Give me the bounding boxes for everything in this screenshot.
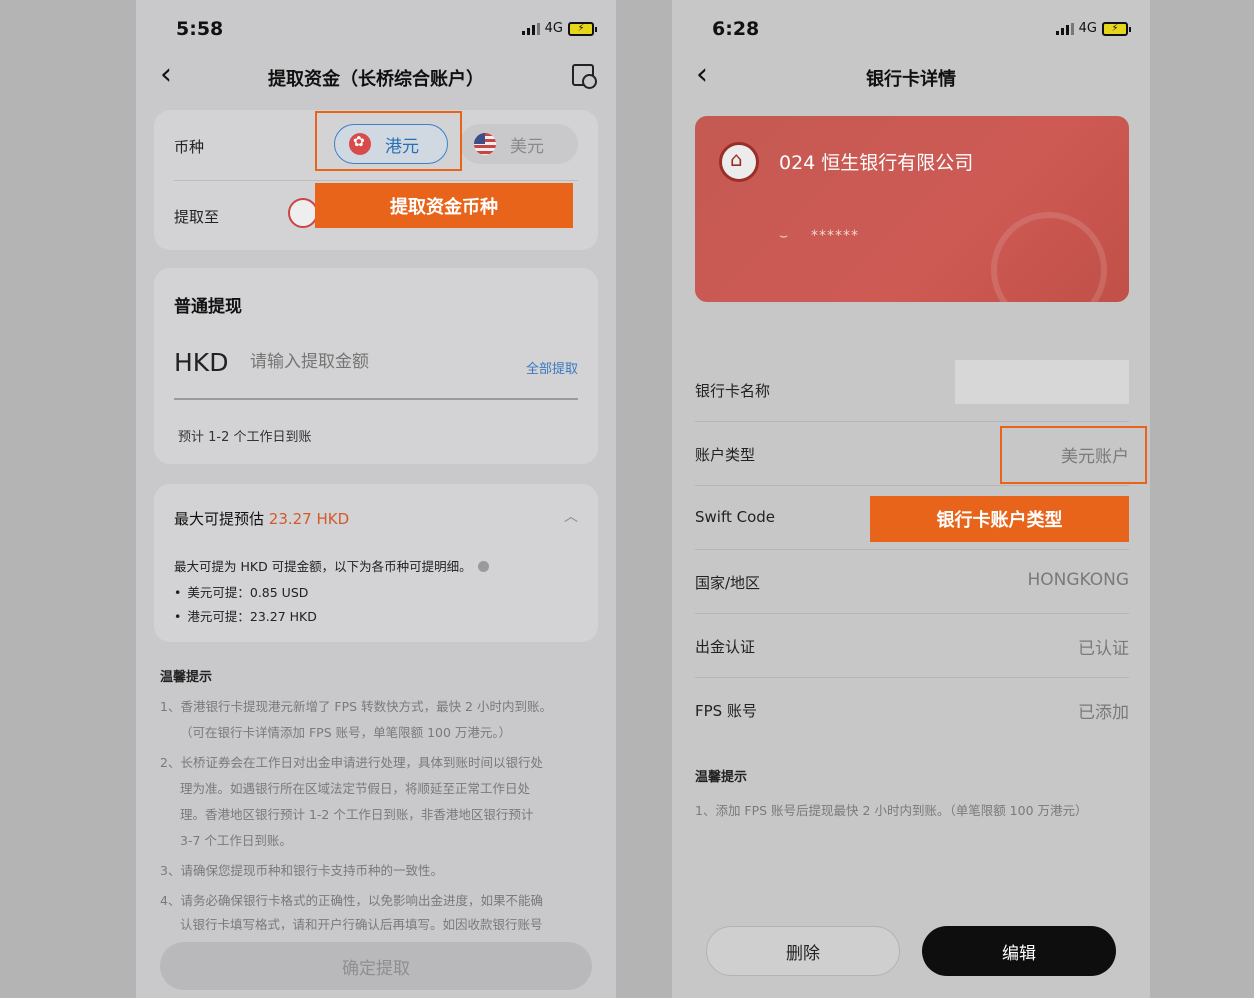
- card-name-redacted: [955, 360, 1129, 404]
- row-fps[interactable]: FPS 账号 已添加: [695, 678, 1129, 742]
- tip-line: 3、请确保您提现币种和银行卡支持币种的一致性。: [160, 863, 443, 878]
- tip-line: 4、请务必确保银行卡格式的正确性，以免影响出金进度，如果不能确: [160, 893, 543, 908]
- status-icons: 4G ⚡: [521, 21, 597, 36]
- tip-line: 理为准。如遇银行所在区域法定节假日，将顺延至正常工作日处: [180, 781, 531, 796]
- eye-closed-icon[interactable]: ⌣: [779, 228, 788, 244]
- row-country: 国家/地区 HONGKONG: [695, 550, 1129, 614]
- account-type-highlight-box: [1000, 426, 1147, 484]
- max-desc-text: 最大可提为 HKD 可提金额，以下为各币种可提明细。: [174, 559, 472, 574]
- max-withdraw-card[interactable]: 最大可提预估 23.27 HKD ︿ 最大可提为 HKD 可提金额，以下为各币种…: [154, 484, 598, 642]
- nav-bar: ‹ 提取资金（长桥综合账户）: [136, 58, 616, 94]
- certification-label: 出金认证: [695, 638, 756, 656]
- country-label: 国家/地区: [695, 574, 761, 592]
- section-title: 普通提现: [174, 297, 242, 317]
- hkd-available: 港元可提：23.27 HKD: [174, 606, 316, 625]
- bank-name: 024 恒生银行有限公司: [779, 152, 974, 174]
- card-name-label: 银行卡名称: [695, 382, 771, 400]
- withdraw-all-link[interactable]: 全部提取: [526, 358, 578, 377]
- currency-highlight-box: [315, 111, 462, 171]
- history-icon[interactable]: [572, 64, 597, 89]
- currency-annotation: 提取资金币种: [315, 183, 573, 228]
- country-value: HONGKONG: [1027, 570, 1129, 590]
- bank-logo-icon: [719, 142, 759, 182]
- usd-available: 美元可提：0.85 USD: [174, 582, 308, 601]
- status-bar: 6:28 4G ⚡: [672, 14, 1150, 44]
- amount-input[interactable]: [250, 352, 450, 372]
- nav-bar: ‹ 银行卡详情: [672, 58, 1150, 94]
- currency-usd-option[interactable]: 美元: [460, 124, 578, 164]
- tip-line: 1、添加 FPS 账号后提现最快 2 小时内到账。（单笔限额 100 万港元）: [695, 803, 1088, 818]
- fps-label: FPS 账号: [695, 702, 757, 720]
- status-time: 6:28: [712, 18, 760, 40]
- max-withdraw-value: 23.27 HKD: [268, 510, 350, 528]
- bank-card: 024 恒生银行有限公司 ⌣ ******: [695, 116, 1129, 302]
- fps-value: 已添加: [1078, 703, 1129, 723]
- confirm-withdraw-button[interactable]: 确定提取: [160, 942, 592, 990]
- tip-line: 2、长桥证券会在工作日对出金申请进行处理，具体到账时间以银行处: [160, 755, 543, 770]
- certification-value: 已认证: [1078, 639, 1129, 659]
- tip-line: 1、香港银行卡提现港元新增了 FPS 转数快方式，最快 2 小时内到账。: [160, 699, 552, 714]
- us-flag-icon: [474, 133, 496, 155]
- normal-withdraw-card: 普通提现 HKD 全部提取 预计 1-2 个工作日到账: [154, 268, 598, 464]
- bank-logo-icon[interactable]: [288, 198, 318, 228]
- tips-title: 温馨提示: [695, 770, 748, 785]
- status-icons: 4G ⚡: [1055, 21, 1131, 36]
- status-time: 5:58: [176, 18, 224, 40]
- bank-watermark-icon: [991, 212, 1107, 302]
- withdraw-to-label: 提取至: [174, 208, 220, 226]
- withdraw-screen: 5:58 4G ⚡ ‹ 提取资金（长桥综合账户） 币种 港元 美元 提取至 提取…: [136, 0, 616, 998]
- battery-icon: ⚡: [1102, 21, 1131, 36]
- currency-label: 币种: [174, 138, 205, 156]
- account-type-annotation: 银行卡账户类型: [870, 496, 1129, 542]
- arrival-note: 预计 1-2 个工作日到账: [178, 430, 312, 445]
- max-withdraw-title: 最大可提预估 23.27 HKD: [174, 508, 349, 529]
- row-certification[interactable]: 出金认证 已认证: [695, 614, 1129, 678]
- signal-icon: [1055, 22, 1074, 35]
- tips-title: 温馨提示: [160, 670, 213, 685]
- currency-usd-label: 美元: [510, 136, 544, 157]
- input-underline: [174, 398, 578, 400]
- card-number-masked: ******: [811, 228, 859, 244]
- max-title-prefix: 最大可提预估: [174, 510, 269, 528]
- tip-line: （可在银行卡详情添加 FPS 账号，单笔限额 100 万港元。）: [180, 725, 512, 740]
- network-label: 4G: [1078, 21, 1097, 36]
- battery-icon: ⚡: [568, 21, 597, 36]
- swift-label: Swift Code: [695, 508, 776, 526]
- network-label: 4G: [544, 21, 563, 36]
- signal-icon: [521, 22, 540, 35]
- delete-button[interactable]: 删除: [706, 926, 900, 976]
- page-title: 提取资金（长桥综合账户）: [268, 69, 484, 90]
- account-type-label: 账户类型: [695, 446, 756, 464]
- edit-button[interactable]: 编辑: [922, 926, 1116, 976]
- info-icon[interactable]: [477, 561, 489, 572]
- currency-code: HKD: [174, 348, 229, 377]
- tip-line: 理。香港地区银行预计 1-2 个工作日到账，非香港地区银行预计: [180, 807, 534, 822]
- bank-card-detail-screen: 6:28 4G ⚡ ‹ 银行卡详情 024 恒生银行有限公司 ⌣ ****** …: [672, 0, 1150, 998]
- row-card-name: 银行卡名称: [695, 358, 1129, 422]
- chevron-up-icon[interactable]: ︿: [564, 506, 578, 526]
- tip-line: 3-7 个工作日到账。: [180, 833, 292, 848]
- status-bar: 5:58 4G ⚡: [136, 14, 616, 44]
- page-title: 银行卡详情: [866, 69, 956, 90]
- max-withdraw-desc: 最大可提为 HKD 可提金额，以下为各币种可提明细。: [174, 556, 489, 575]
- divider: [174, 180, 578, 181]
